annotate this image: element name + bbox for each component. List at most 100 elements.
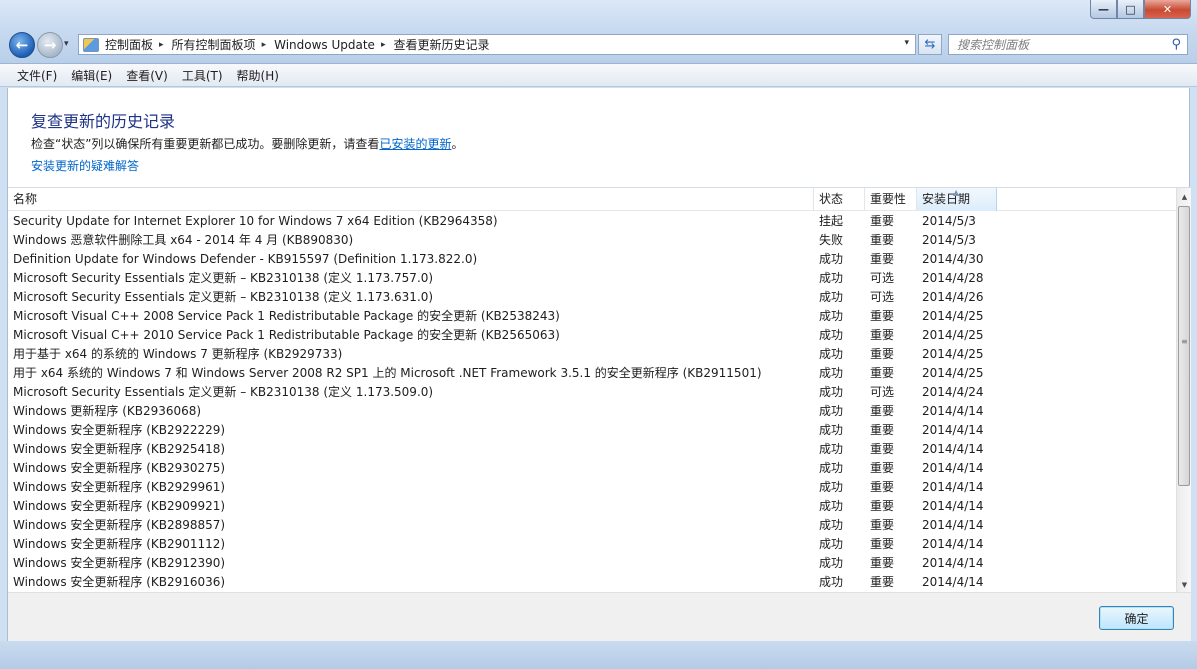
cell-status: 成功 xyxy=(819,404,844,418)
table-row[interactable]: Windows 安全更新程序 (KB2901112) 成功 重要 2014/4/14 xyxy=(8,535,1176,554)
cell-name: Windows 安全更新程序 (KB2930275) xyxy=(13,461,226,475)
cell-status: 成功 xyxy=(819,252,844,266)
cell-name: Microsoft Security Essentials 定义更新 – KB2… xyxy=(13,385,434,399)
cell-date: 2014/4/25 xyxy=(922,309,984,323)
table-row[interactable]: Microsoft Visual C++ 2008 Service Pack 1… xyxy=(8,307,1176,326)
cell-date: 2014/4/14 xyxy=(922,480,984,494)
table-row[interactable]: Windows 安全更新程序 (KB2929961) 成功 重要 2014/4/14 xyxy=(8,478,1176,497)
breadcrumb-label: 所有控制面板项 xyxy=(171,38,256,52)
update-history-list[interactable]: 名称 状态 重要性 安装日期 ▲ Security Update for Inte… xyxy=(8,187,1191,592)
column-header-date[interactable]: 安装日期 ▲ xyxy=(917,188,997,211)
menu-edit[interactable]: 编辑(E) xyxy=(64,65,119,86)
cell-name: Windows 安全更新程序 (KB2922229) xyxy=(13,423,226,437)
cell-status: 成功 xyxy=(819,537,844,551)
chevron-right-icon[interactable]: ▸ xyxy=(262,40,267,50)
breadcrumb-label: Windows Update xyxy=(274,37,375,52)
table-row[interactable]: 用于 x64 系统的 Windows 7 和 Windows Server 20… xyxy=(8,364,1176,383)
menu-view[interactable]: 查看(V) xyxy=(119,65,175,86)
table-row[interactable]: Microsoft Security Essentials 定义更新 – KB2… xyxy=(8,288,1176,307)
table-row[interactable]: Windows 安全更新程序 (KB2916036) 成功 重要 2014/4/14 xyxy=(8,573,1176,592)
ok-button[interactable]: 确定 xyxy=(1099,606,1174,630)
cell-date: 2014/4/14 xyxy=(922,518,984,532)
table-row[interactable]: Definition Update for Windows Defender -… xyxy=(8,250,1176,269)
cell-status: 成功 xyxy=(819,518,844,532)
cell-name: Windows 恶意软件删除工具 x64 - 2014 年 4 月 (KB890… xyxy=(13,233,354,247)
chevron-right-icon[interactable]: ▸ xyxy=(159,40,164,50)
cell-importance: 重要 xyxy=(870,442,895,456)
cell-status: 成功 xyxy=(819,575,844,589)
breadcrumb-item[interactable]: 查看更新历史记录 xyxy=(393,36,489,53)
breadcrumb-item[interactable]: Windows Update ▸ xyxy=(274,38,393,52)
table-row[interactable]: Microsoft Security Essentials 定义更新 – KB2… xyxy=(8,383,1176,402)
table-row[interactable]: Windows 安全更新程序 (KB2925418) 成功 重要 2014/4/14 xyxy=(8,440,1176,459)
cell-importance: 重要 xyxy=(870,556,895,570)
recent-pages-dropdown[interactable]: ▾ xyxy=(64,39,69,49)
chevron-right-icon[interactable]: ▸ xyxy=(381,40,386,50)
menu-help[interactable]: 帮助(H) xyxy=(230,65,286,86)
minimize-button[interactable]: — xyxy=(1090,0,1117,19)
cell-importance: 重要 xyxy=(870,461,895,475)
cell-date: 2014/5/3 xyxy=(922,233,976,247)
search-input[interactable] xyxy=(957,37,1162,52)
list-header: 名称 状态 重要性 安装日期 ▲ xyxy=(8,188,1176,211)
cell-importance: 重要 xyxy=(870,404,895,418)
cell-status: 成功 xyxy=(819,385,844,399)
close-button[interactable]: ✕ xyxy=(1144,0,1191,19)
table-row[interactable]: Windows 更新程序 (KB2936068) 成功 重要 2014/4/14 xyxy=(8,402,1176,421)
table-row[interactable]: Windows 安全更新程序 (KB2930275) 成功 重要 2014/4/14 xyxy=(8,459,1176,478)
breadcrumb-label: 控制面板 xyxy=(105,38,154,52)
table-row[interactable]: Windows 安全更新程序 (KB2922229) 成功 重要 2014/4/14 xyxy=(8,421,1176,440)
table-row[interactable]: Windows 安全更新程序 (KB2912390) 成功 重要 2014/4/14 xyxy=(8,554,1176,573)
cell-name: Windows 安全更新程序 (KB2912390) xyxy=(13,556,226,570)
table-row[interactable]: Windows 安全更新程序 (KB2898857) 成功 重要 2014/4/14 xyxy=(8,516,1176,535)
table-row[interactable]: Windows 安全更新程序 (KB2909921) 成功 重要 2014/4/14 xyxy=(8,497,1176,516)
scrollbar-thumb[interactable]: ≡ xyxy=(1178,206,1190,486)
breadcrumb-item[interactable]: 所有控制面板项 ▸ xyxy=(172,36,275,53)
forward-button[interactable]: → xyxy=(37,32,63,58)
refresh-button[interactable]: ⇆ xyxy=(918,34,942,55)
troubleshoot-link[interactable]: 安装更新的疑难解答 xyxy=(31,157,139,174)
grip-icon: ≡ xyxy=(1181,337,1188,346)
cell-importance: 重要 xyxy=(870,347,895,361)
cell-status: 成功 xyxy=(819,328,844,342)
scroll-up-button[interactable]: ▲ xyxy=(1177,188,1191,205)
arrow-up-icon: ▲ xyxy=(1181,192,1188,201)
cell-date: 2014/4/14 xyxy=(922,499,984,513)
table-row[interactable]: Microsoft Security Essentials 定义更新 – KB2… xyxy=(8,269,1176,288)
cell-name: Microsoft Security Essentials 定义更新 – KB2… xyxy=(13,271,434,285)
cell-date: 2014/4/14 xyxy=(922,575,984,589)
breadcrumb-item[interactable]: 控制面板 ▸ xyxy=(105,36,172,53)
maximize-button[interactable]: □ xyxy=(1117,0,1144,19)
vertical-scrollbar[interactable]: ▲ ≡ ▼ xyxy=(1176,188,1191,592)
arrow-down-icon: ▼ xyxy=(1181,580,1188,589)
table-row[interactable]: Security Update for Internet Explorer 10… xyxy=(8,212,1176,231)
table-row[interactable]: Windows 恶意软件删除工具 x64 - 2014 年 4 月 (KB890… xyxy=(8,231,1176,250)
cell-date: 2014/4/25 xyxy=(922,328,984,342)
scroll-down-button[interactable]: ▼ xyxy=(1177,576,1191,592)
menu-file[interactable]: 文件(F) xyxy=(10,65,64,86)
column-header-status[interactable]: 状态 xyxy=(814,188,865,211)
cell-importance: 重要 xyxy=(870,537,895,551)
menu-tools[interactable]: 工具(T) xyxy=(175,65,230,86)
cell-status: 失败 xyxy=(819,233,844,247)
cell-date: 2014/4/14 xyxy=(922,556,984,570)
address-dropdown-icon[interactable]: ▾ xyxy=(904,38,909,48)
cell-status: 成功 xyxy=(819,309,844,323)
column-header-name[interactable]: 名称 xyxy=(8,188,814,211)
address-bar[interactable]: 控制面板 ▸ 所有控制面板项 ▸ Windows Update ▸ 查看更新历史记录 … xyxy=(78,34,916,55)
installed-updates-link[interactable]: 已安装的更新 xyxy=(379,137,451,151)
arrow-right-icon: → xyxy=(43,36,57,54)
refresh-icon: ⇆ xyxy=(924,37,936,52)
cell-importance: 重要 xyxy=(870,366,895,380)
arrow-left-icon: ← xyxy=(15,36,29,54)
table-row[interactable]: Microsoft Visual C++ 2010 Service Pack 1… xyxy=(8,326,1176,345)
column-header-date-label: 安装日期 xyxy=(922,192,971,206)
control-panel-icon xyxy=(83,37,99,52)
cell-importance: 重要 xyxy=(870,423,895,437)
search-box[interactable]: ⚲ xyxy=(948,34,1188,55)
table-row[interactable]: 用于基于 x64 的系统的 Windows 7 更新程序 (KB2929733)… xyxy=(8,345,1176,364)
content-pane: 复查更新的历史记录 检查“状态”列以确保所有重要更新都已成功。要删除更新，请查看… xyxy=(7,88,1191,641)
search-icon[interactable]: ⚲ xyxy=(1171,37,1181,52)
back-button[interactable]: ← xyxy=(9,32,35,58)
column-header-importance[interactable]: 重要性 xyxy=(865,188,917,211)
